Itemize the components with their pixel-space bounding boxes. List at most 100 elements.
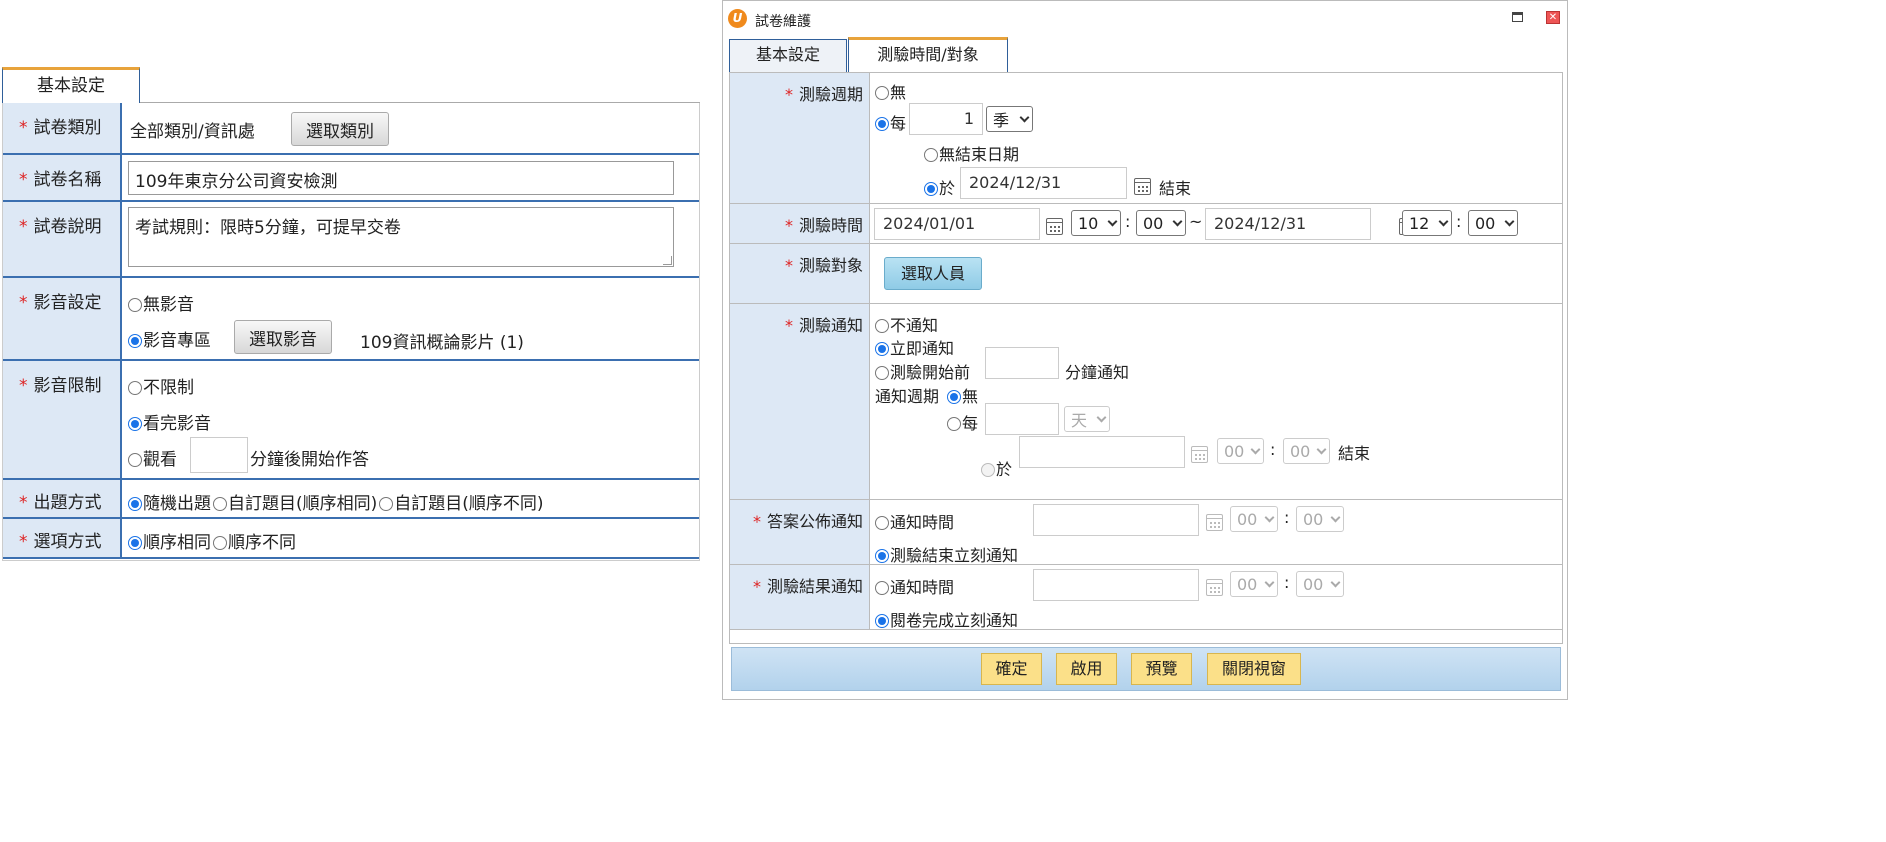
radio-checked-icon[interactable] xyxy=(128,536,142,550)
limit-watch-all-option[interactable]: 看完影音 xyxy=(128,409,211,434)
tab-time-target[interactable]: 測驗時間/對象 xyxy=(848,37,1008,73)
result-date-input[interactable] xyxy=(1033,569,1199,601)
notify-cycle-hour-select[interactable]: 00 xyxy=(1217,438,1264,464)
notify-cycle-unit-select[interactable]: 天 xyxy=(1064,406,1110,432)
radio-icon[interactable] xyxy=(213,536,227,550)
radio-icon[interactable] xyxy=(128,298,142,312)
answer-end-option[interactable]: 測驗結束立刻通知 xyxy=(875,542,1018,566)
calendar-icon[interactable] xyxy=(1046,218,1063,235)
radio-checked-icon[interactable] xyxy=(875,549,889,563)
notify-before-suffix: 分鐘通知 xyxy=(1065,363,1130,382)
radio-checked-icon[interactable] xyxy=(947,390,961,404)
cycle-end-at-option[interactable]: 於 xyxy=(924,175,955,199)
notify-cycle-end-date-input[interactable] xyxy=(1019,436,1185,468)
cycle-no-end-option[interactable]: 無結束日期 xyxy=(924,141,1019,165)
calendar-icon[interactable] xyxy=(1206,579,1223,596)
radio-checked-icon[interactable] xyxy=(875,342,889,356)
media-area-option[interactable]: 影音專區 xyxy=(128,326,211,351)
cycle-every-input[interactable]: 1 xyxy=(909,103,983,135)
radio-checked-icon[interactable] xyxy=(875,117,889,131)
notify-cycle-every-option[interactable]: 每 xyxy=(947,410,978,434)
question-mode-label: * 出題方式 xyxy=(3,480,122,517)
answer-minute-select[interactable]: 00 xyxy=(1296,506,1344,532)
radio-icon[interactable] xyxy=(875,366,889,380)
cycle-unit-select[interactable]: 季 xyxy=(986,106,1033,132)
calendar-icon[interactable] xyxy=(1191,446,1208,463)
notify-now-option[interactable]: 立即通知 xyxy=(875,335,954,359)
answer-date-input[interactable] xyxy=(1033,504,1199,536)
dialog-tabs: 基本設定 測驗時間/對象 xyxy=(729,37,1565,73)
select-media-button[interactable]: 選取影音 xyxy=(234,320,332,354)
radio-icon[interactable] xyxy=(128,381,142,395)
calendar-icon[interactable] xyxy=(1206,514,1223,531)
name-input[interactable]: 109年東京分公司資安檢測 xyxy=(128,161,674,195)
notify-cycle-every-input[interactable] xyxy=(985,403,1059,435)
end-minute-select[interactable]: 00 xyxy=(1468,210,1518,236)
notify-cycle-none-option[interactable]: 無 xyxy=(947,383,978,407)
maximize-icon[interactable] xyxy=(1512,12,1523,22)
notify-before-option[interactable]: 測驗開始前 xyxy=(875,359,970,383)
preview-button[interactable]: 預覽 xyxy=(1131,653,1192,685)
radio-checked-icon[interactable] xyxy=(128,334,142,348)
radio-icon[interactable] xyxy=(875,319,889,333)
resize-handle-icon[interactable] xyxy=(663,256,672,265)
cycle-every-option[interactable]: 每 xyxy=(875,110,906,134)
confirm-button[interactable]: 確定 xyxy=(981,653,1042,685)
result-hour-select[interactable]: 00 xyxy=(1230,571,1278,597)
row-time: * 測驗時間 2024/01/01 10 : 00 ~ 2024/12/31 12… xyxy=(730,204,1562,244)
result-time-option[interactable]: 通知時間 xyxy=(875,574,954,598)
chevron-down-icon xyxy=(1330,577,1341,587)
radio-checked-icon[interactable] xyxy=(924,182,938,196)
limit-watch-minutes-option[interactable]: 觀看 xyxy=(128,445,177,470)
tab-basic-settings[interactable]: 基本設定 xyxy=(2,67,140,103)
row-question-mode: * 出題方式 隨機出題 自訂題目(順序相同) 自訂題目(順序不同) xyxy=(3,480,699,519)
calendar-icon[interactable] xyxy=(1134,178,1151,195)
radio-disabled-icon[interactable] xyxy=(981,463,995,477)
radio-icon[interactable] xyxy=(947,417,961,431)
start-minute-select[interactable]: 00 xyxy=(1136,210,1186,236)
result-minute-select[interactable]: 00 xyxy=(1296,571,1344,597)
row-category: * 試卷類別 全部類別/資訊處 選取類別 xyxy=(3,103,699,155)
watch-minutes-input[interactable] xyxy=(190,437,248,473)
radio-icon[interactable] xyxy=(924,148,938,162)
answer-time-option[interactable]: 通知時間 xyxy=(875,509,954,533)
cycle-end-date-input[interactable]: 2024/12/31 xyxy=(960,167,1127,199)
radio-checked-icon[interactable] xyxy=(128,497,142,511)
target-label: * 測驗對象 xyxy=(730,244,870,303)
notify-none-option[interactable]: 不通知 xyxy=(875,312,938,336)
description-textarea[interactable]: 考試規則：限時5分鐘，可提早交卷 xyxy=(128,207,674,267)
close-icon[interactable]: ✕ xyxy=(1546,11,1560,24)
radio-icon[interactable] xyxy=(213,497,227,511)
radio-icon[interactable] xyxy=(379,497,394,511)
select-people-button[interactable]: 選取人員 xyxy=(884,257,982,290)
row-description: * 試卷說明 考試規則：限時5分鐘，可提早交卷 xyxy=(3,202,699,278)
select-category-button[interactable]: 選取類別 xyxy=(291,112,389,146)
notify-cycle-minute-select[interactable]: 00 xyxy=(1283,438,1330,464)
radio-checked-icon[interactable] xyxy=(875,614,889,628)
enable-button[interactable]: 啟用 xyxy=(1056,653,1117,685)
radio-checked-icon[interactable] xyxy=(128,417,142,431)
tab-basic-settings[interactable]: 基本設定 xyxy=(729,39,847,72)
radio-icon[interactable] xyxy=(875,581,889,595)
cycle-label: * 測驗週期 xyxy=(730,73,870,203)
media-none-option[interactable]: 無影音 xyxy=(128,290,194,315)
question-random-option[interactable]: 隨機出題 自訂題目(順序相同) 自訂題目(順序不同) xyxy=(128,489,544,514)
start-date-input[interactable]: 2024/01/01 xyxy=(874,208,1040,240)
time-separator: : xyxy=(1125,212,1131,231)
end-hour-select[interactable]: 12 xyxy=(1402,210,1452,236)
option-same-order-option[interactable]: 順序相同 順序不同 xyxy=(128,528,296,553)
start-hour-select[interactable]: 10 xyxy=(1071,210,1121,236)
close-window-button[interactable]: 關閉視窗 xyxy=(1207,653,1301,685)
row-cycle: * 測驗週期 無 每 1 季 無結束日期 於 2024/12/31 結束 xyxy=(730,73,1562,204)
notify-before-minutes-input[interactable] xyxy=(985,347,1059,379)
radio-icon[interactable] xyxy=(128,453,142,467)
end-date-input[interactable]: 2024/12/31 xyxy=(1205,208,1371,240)
result-done-option[interactable]: 閱卷完成立刻通知 xyxy=(875,607,1018,631)
limit-none-option[interactable]: 不限制 xyxy=(128,373,194,398)
radio-icon[interactable] xyxy=(875,516,889,530)
answer-hour-select[interactable]: 00 xyxy=(1230,506,1278,532)
chevron-down-icon xyxy=(1096,412,1107,422)
radio-icon[interactable] xyxy=(875,86,889,100)
cycle-none-option[interactable]: 無 xyxy=(875,79,906,103)
notify-cycle-at-option[interactable]: 於 xyxy=(981,456,1012,480)
